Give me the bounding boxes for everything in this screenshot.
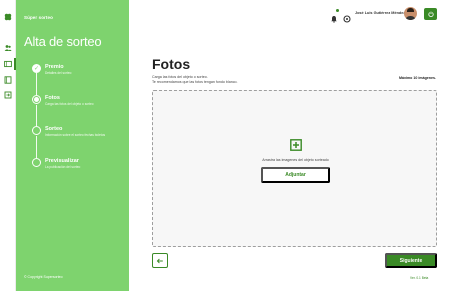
power-button[interactable] — [424, 8, 437, 20]
copyright-text: © Copyright Supersorteo — [24, 275, 63, 279]
add-image-icon[interactable] — [290, 138, 302, 151]
step-description: Información sobre el sorteo fechas bolet… — [45, 133, 106, 137]
step-previsualizar[interactable]: Previsualizar La publicación del sorteo — [32, 158, 124, 178]
step-description: Carga las fotos del objeto o sorteo — [45, 102, 94, 106]
step-label: Fotos — [45, 95, 60, 101]
step-fotos[interactable]: Fotos Carga las fotos del objeto o sorte… — [32, 95, 124, 115]
users-icon[interactable] — [4, 44, 12, 52]
notification-dot — [336, 9, 339, 12]
step-done-indicator: ✓ — [32, 64, 41, 73]
step-description: Detalles del sorteo — [45, 71, 72, 75]
icon-rail — [0, 0, 16, 291]
step-label: Premio — [45, 64, 64, 70]
step-pending-indicator — [32, 126, 41, 135]
login-icon[interactable] — [4, 91, 12, 99]
wizard-title: Alta de sorteo — [24, 34, 102, 49]
step-description: La publicación del sorteo — [45, 165, 81, 169]
wizard-sidebar: Súper sorteo Alta de sorteo ✓ Premio Det… — [16, 0, 129, 291]
dropzone-hint: Arrastra las imagenes del objeto sortead… — [262, 158, 329, 162]
step-pending-indicator — [32, 158, 41, 167]
user-name[interactable]: José Luis Gutiérrez Méndez — [355, 11, 405, 15]
step-premio[interactable]: ✓ Premio Detalles del sorteo — [32, 64, 124, 84]
step-sorteo[interactable]: Sorteo Información sobre el sorteo fecha… — [32, 126, 124, 146]
avatar[interactable] — [404, 7, 417, 20]
step-current-indicator — [32, 95, 41, 104]
instructions: Carga las fotos del objeto o sorteo. Te … — [152, 75, 238, 84]
book-icon[interactable] — [4, 76, 12, 84]
power-icon — [427, 11, 434, 17]
step-label: Sorteo — [45, 126, 63, 132]
max-images-label: Máximo 10 imágenes. — [399, 76, 436, 80]
instructions-line: Te recomendamos que las fotos tengan fon… — [152, 79, 238, 84]
step-label: Previsualizar — [45, 158, 79, 164]
version-label: Ver. 0.1 Beta — [410, 276, 429, 280]
ticket-icon[interactable] — [4, 60, 12, 68]
attach-button[interactable]: Adjuntar — [261, 167, 330, 183]
image-dropzone[interactable]: Arrastra las imagenes del objeto sortead… — [152, 90, 437, 247]
page-title: Fotos — [152, 56, 191, 72]
back-button[interactable] — [152, 253, 168, 268]
gear-icon[interactable] — [343, 10, 351, 23]
clover-icon[interactable] — [4, 13, 12, 21]
arrow-left-icon — [156, 258, 163, 263]
check-icon: ✓ — [33, 64, 40, 72]
bell-icon[interactable] — [330, 9, 339, 23]
brand-name: Súper sorteo — [24, 15, 53, 20]
top-bar: José Luis Gutiérrez Méndez — [129, 0, 450, 28]
next-button[interactable]: Siguiente — [385, 253, 437, 268]
